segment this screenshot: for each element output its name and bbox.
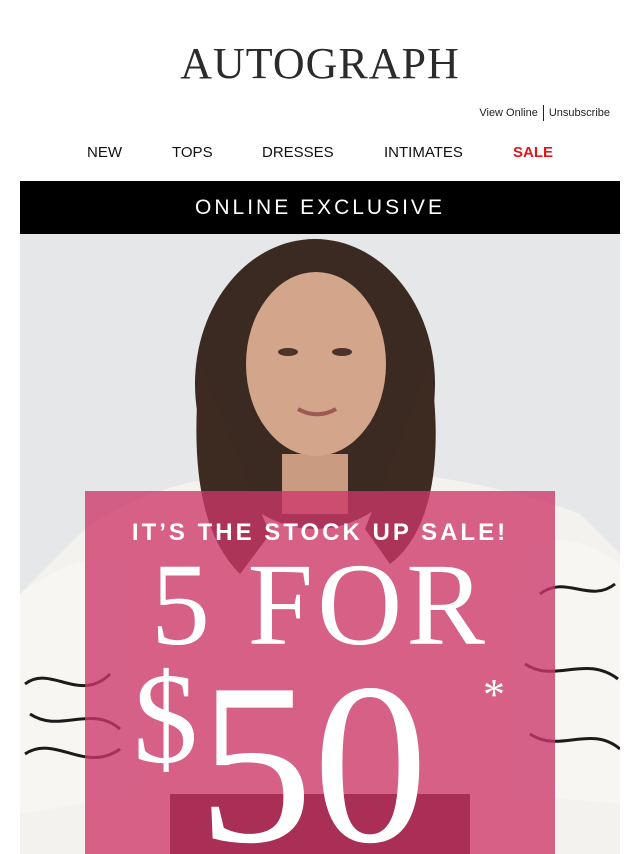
main-nav: NEW TOPS DRESSES INTIMATES SALE [0,144,640,162]
hero-banner[interactable]: ONLINE EXCLUSIVE IT’S THE STOCK UP SALE!… [20,181,620,854]
promo-price: $50 [133,649,428,854]
promo-overlay: IT’S THE STOCK UP SALE! 5 FOR $50 * [85,491,555,854]
nav-item-new[interactable]: NEW [87,144,122,161]
brand-logo[interactable]: AUTOGRAPH [0,38,640,89]
nav-item-sale[interactable]: SALE [513,144,553,161]
price-value: 50 [198,636,428,854]
view-online-link[interactable]: View Online [479,107,538,119]
unsubscribe-link[interactable]: Unsubscribe [549,107,610,119]
promo-asterisk: * [483,670,505,719]
nav-item-tops[interactable]: TOPS [172,144,213,161]
price-currency: $ [133,647,198,791]
nav-item-intimates[interactable]: INTIMATES [384,144,463,161]
online-exclusive-banner: ONLINE EXCLUSIVE [20,181,620,234]
nav-item-dresses[interactable]: DRESSES [262,144,334,161]
link-divider [542,105,544,121]
header-links: View Online Unsubscribe [479,105,610,121]
